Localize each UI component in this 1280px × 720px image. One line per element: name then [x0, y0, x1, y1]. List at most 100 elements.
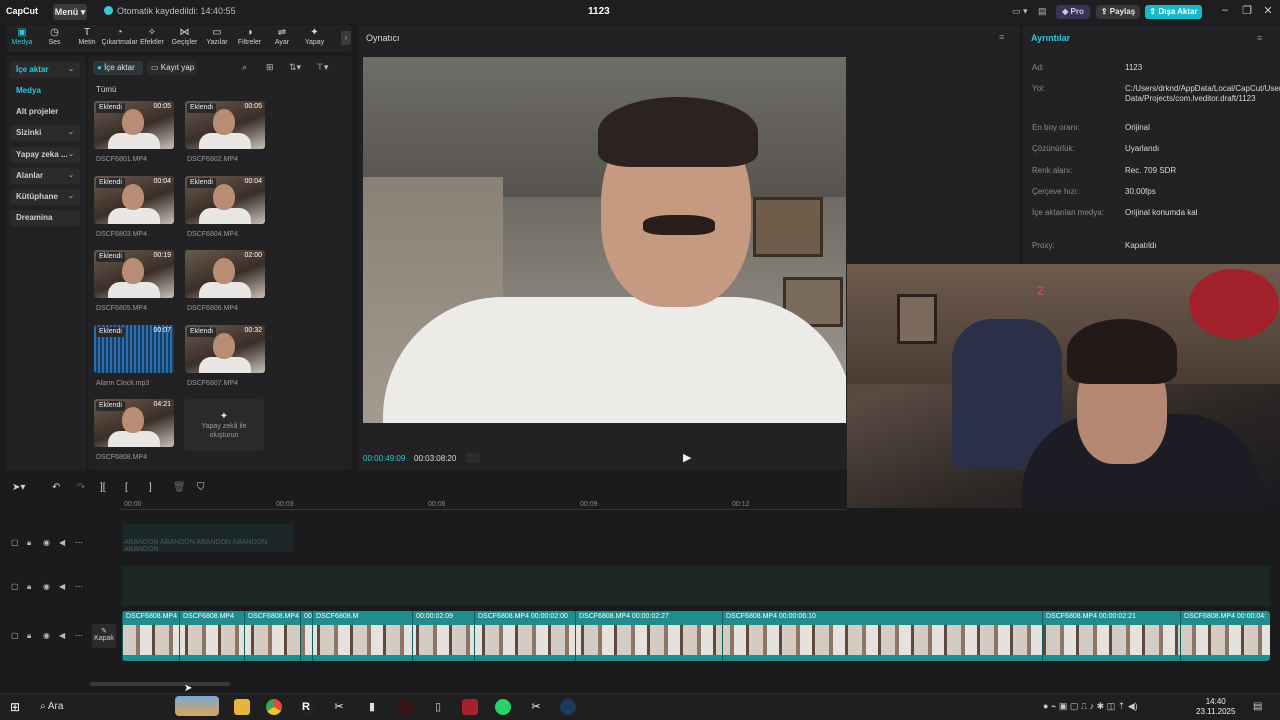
timeline-clip[interactable]: DSCF6808.MP4 00:00:02:21	[1042, 611, 1180, 661]
capcut-taskbar-icon-2[interactable]: ✂	[528, 699, 544, 715]
play-icon[interactable]: ▶	[683, 451, 691, 464]
steam-icon[interactable]	[560, 699, 576, 715]
chrome-icon[interactable]	[266, 699, 282, 715]
split-icon[interactable]: ][	[100, 482, 106, 493]
video-app-icon[interactable]	[462, 699, 478, 715]
record-button[interactable]: ▭ Kayıt yap	[147, 61, 197, 75]
timeline-clip[interactable]: DSCF6808.M	[312, 611, 412, 661]
share-button[interactable]: ⇪ Paylaş	[1096, 5, 1140, 19]
track-toggle-icon[interactable]: ▢	[11, 631, 19, 640]
sidebar-item-3[interactable]: Sizinki ⌄	[10, 125, 80, 141]
tab-text[interactable]: T Metin	[69, 27, 105, 46]
timeline-clip[interactable]: 00:00:02:09	[412, 611, 474, 661]
media-thumbnail[interactable]: Eklendi 04:21	[94, 399, 174, 447]
media-thumbnail[interactable]: Eklendi 00:04	[185, 175, 265, 224]
cover-button[interactable]: ✎ Kapak	[92, 624, 116, 648]
shortcuts-icon[interactable]: ▤	[1038, 6, 1047, 17]
more-icon[interactable]: ⋯	[75, 538, 83, 547]
file-explorer-icon[interactable]	[234, 699, 250, 715]
media-thumbnail[interactable]: Eklendi 00:32	[185, 324, 265, 373]
filter-all[interactable]: Tümü	[96, 85, 116, 94]
main-video-track[interactable]: DSCF6808.MP4 DSCF6808.MP4 DSCF6808.MP4 00 DS…	[122, 611, 1270, 661]
tab-ai[interactable]: ✦ Yapay	[297, 27, 333, 46]
minimize-icon[interactable]: –	[1217, 4, 1233, 16]
volume-icon[interactable]: ◀︎	[59, 582, 65, 591]
search-icon[interactable]: ⌕	[242, 62, 247, 73]
obs-icon[interactable]	[397, 699, 413, 715]
capcut-taskbar-icon[interactable]: ✂	[331, 699, 347, 715]
trim-left-icon[interactable]: [	[125, 482, 128, 493]
undo-icon[interactable]: ↶	[52, 482, 60, 493]
view-toggle-icon[interactable]: ⊞	[266, 62, 274, 73]
tab-audio[interactable]: ◷ Ses	[37, 27, 73, 46]
shield-icon[interactable]: ⛉	[197, 482, 205, 493]
player-menu-icon[interactable]: ≡	[999, 32, 1004, 42]
track-toggle-icon[interactable]: ▢	[11, 538, 19, 547]
tab-transitions[interactable]: ⋈ Geçişler	[167, 27, 203, 46]
timeline-clip[interactable]: DSCF6808.MP4 00:00:02:00	[474, 611, 575, 661]
sidebar-item-2[interactable]: Alt projeler	[10, 104, 80, 120]
windows-start-icon[interactable]: ⊞	[10, 700, 20, 714]
text-track[interactable]: ABANDON ABANDON ABANDON ABANDON ABANDON	[122, 524, 294, 553]
timeline-clip[interactable]: DSCF6808.MP4	[244, 611, 300, 661]
tab-filters[interactable]: ◑ Filtreler	[232, 27, 268, 46]
tab-captions[interactable]: ▭ Yazılar	[199, 27, 235, 46]
pro-button[interactable]: ◈ Pro	[1056, 5, 1090, 19]
tab-adjust[interactable]: ⇌ Ayar	[264, 27, 300, 46]
tabs-next-icon[interactable]: ›	[341, 31, 351, 45]
sidebar-item-7[interactable]: Dreamina	[10, 210, 80, 226]
media-thumbnail[interactable]: Eklendi 00:19	[94, 250, 174, 298]
mic-app-icon[interactable]: ▮	[364, 699, 380, 715]
lock-icon[interactable]: 🔒︎	[27, 582, 31, 592]
eye-icon[interactable]: ◉	[43, 538, 50, 547]
media-thumbnail[interactable]: Eklendi 00:07	[94, 324, 174, 373]
lock-icon[interactable]: 🔒︎	[27, 631, 31, 641]
close-icon[interactable]: ✕	[1260, 4, 1276, 17]
export-button[interactable]: ⇧ Dışa Aktar	[1145, 5, 1202, 19]
whatsapp-icon[interactable]	[495, 699, 511, 715]
trim-right-icon[interactable]: ]	[149, 482, 152, 493]
track-toggle-icon[interactable]: ▢	[11, 582, 19, 591]
timeline-clip[interactable]: DSCF6808.MP4 00:00:02:27	[575, 611, 722, 661]
tab-media[interactable]: ▣ Medya	[4, 27, 40, 46]
sidebar-item-0[interactable]: İçe aktar ⌄	[10, 62, 80, 78]
timeline-clip[interactable]: DSCF6808.MP4 00:00:06:10	[722, 611, 1042, 661]
eye-icon[interactable]: ◉	[43, 631, 50, 640]
lock-icon[interactable]: 🔒︎	[27, 538, 31, 548]
media-thumbnail[interactable]: 02:00	[185, 250, 265, 298]
sidebar-item-6[interactable]: Kütüphane ⌄	[10, 189, 80, 205]
select-tool-icon[interactable]: ➤▾	[12, 482, 25, 493]
volume-icon[interactable]: ◀︎	[59, 538, 65, 547]
sidebar-item-5[interactable]: Alanlar ⌄	[10, 168, 80, 184]
tab-sticker[interactable]: ◔ Çıkartmalar	[102, 27, 138, 46]
ai-create-card[interactable]: ✦ Yapay zekâ ile oluşturun	[184, 399, 264, 451]
volume-icon[interactable]: ◀︎	[59, 631, 65, 640]
timeline-scrollbar[interactable]	[90, 682, 230, 686]
delete-icon[interactable]: 🗑	[173, 482, 186, 493]
eye-icon[interactable]: ◉	[43, 582, 50, 591]
video-preview[interactable]	[363, 57, 846, 423]
import-button[interactable]: ● İçe aktar	[93, 61, 143, 75]
notification-icon[interactable]: ▤	[1253, 701, 1262, 712]
filter-icon[interactable]: ⊤▾	[316, 62, 328, 73]
maximize-icon[interactable]: ❐	[1239, 4, 1255, 17]
timeline-clip[interactable]: DSCF6808.MP4	[122, 611, 179, 661]
timeline-clip[interactable]: DSCF6808.MP4	[179, 611, 244, 661]
usb-app-icon[interactable]: ▯	[430, 699, 446, 715]
sidebar-item-1[interactable]: Medya	[10, 83, 80, 99]
media-thumbnail[interactable]: Eklendi 00:05	[94, 101, 174, 149]
media-thumbnail[interactable]: Eklendi 00:05	[185, 101, 265, 149]
more-icon[interactable]: ⋯	[75, 631, 83, 640]
taskbar-search[interactable]: ⌕ Ara	[40, 701, 63, 712]
timeline-clip[interactable]: DSCF6808.MP4 00:00:04:	[1180, 611, 1270, 661]
timeline-clip[interactable]: 00	[300, 611, 312, 661]
media-thumbnail[interactable]: Eklendi 00:04	[94, 175, 174, 224]
tray-icons[interactable]: ● ⌁ ▣ ▢ ⎍ ♪ ✱ ◫ ⇡ ◀)	[1043, 701, 1138, 712]
menu-button[interactable]: Menü ▾	[53, 4, 87, 20]
taskbar-clock[interactable]: 14:40 23.11.2025	[1196, 697, 1235, 717]
details-menu-icon[interactable]: ≡	[1257, 33, 1262, 43]
overlay-track[interactable]	[122, 566, 1270, 606]
sort-icon[interactable]: ⇅▾	[289, 62, 301, 73]
layout-icon[interactable]: ▭ ▾	[1012, 6, 1028, 17]
r-app-icon[interactable]: R	[298, 699, 314, 715]
